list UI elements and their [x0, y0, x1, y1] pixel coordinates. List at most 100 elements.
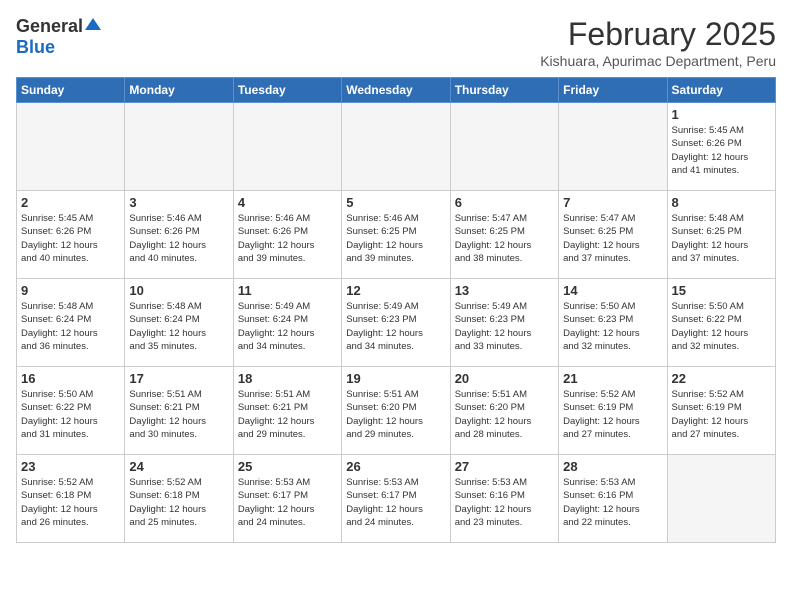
week-row-5: 23Sunrise: 5:52 AM Sunset: 6:18 PM Dayli… [17, 455, 776, 543]
day-number: 26 [346, 459, 445, 474]
col-header-monday: Monday [125, 78, 233, 103]
location-text: Kishuara, Apurimac Department, Peru [540, 53, 776, 69]
day-number: 7 [563, 195, 662, 210]
day-number: 11 [238, 283, 337, 298]
day-info: Sunrise: 5:52 AM Sunset: 6:19 PM Dayligh… [672, 388, 771, 441]
logo-general-text: General [16, 16, 83, 37]
day-cell [559, 103, 667, 191]
day-cell: 11 Sunrise: 5:49 AM Sunset: 6:24 PM Dayli… [233, 279, 341, 367]
col-header-wednesday: Wednesday [342, 78, 450, 103]
day-info: Sunrise: 5:50 AM Sunset: 6:23 PM Dayligh… [563, 300, 662, 353]
day-cell: 14 Sunrise: 5:50 AM Sunset: 6:23 PM Dayli… [559, 279, 667, 367]
day-info: Sunrise: 5:48 AM Sunset: 6:24 PM Dayligh… [129, 300, 228, 353]
day-info: Sunrise: 5:52 AM Sunset: 6:18 PM Dayligh… [129, 476, 228, 529]
day-cell: 25 Sunrise: 5:53 AM Sunset: 6:17 PM Dayli… [233, 455, 341, 543]
day-info: Sunrise: 5:53 AM Sunset: 6:16 PM Dayligh… [563, 476, 662, 529]
col-header-sunday: Sunday [17, 78, 125, 103]
day-cell: 4 Sunrise: 5:46 AM Sunset: 6:26 PM Daylig… [233, 191, 341, 279]
logo-blue-text: Blue [16, 37, 55, 58]
day-number: 22 [672, 371, 771, 386]
col-header-tuesday: Tuesday [233, 78, 341, 103]
day-number: 5 [346, 195, 445, 210]
day-number: 14 [563, 283, 662, 298]
title-block: February 2025 Kishuara, Apurimac Departm… [540, 16, 776, 69]
day-number: 20 [455, 371, 554, 386]
day-number: 15 [672, 283, 771, 298]
day-info: Sunrise: 5:49 AM Sunset: 6:24 PM Dayligh… [238, 300, 337, 353]
day-info: Sunrise: 5:50 AM Sunset: 6:22 PM Dayligh… [21, 388, 120, 441]
day-cell [233, 103, 341, 191]
day-number: 25 [238, 459, 337, 474]
day-number: 19 [346, 371, 445, 386]
day-cell: 5 Sunrise: 5:46 AM Sunset: 6:25 PM Daylig… [342, 191, 450, 279]
day-cell [125, 103, 233, 191]
day-cell: 27 Sunrise: 5:53 AM Sunset: 6:16 PM Dayli… [450, 455, 558, 543]
day-info: Sunrise: 5:53 AM Sunset: 6:17 PM Dayligh… [238, 476, 337, 529]
day-info: Sunrise: 5:49 AM Sunset: 6:23 PM Dayligh… [455, 300, 554, 353]
day-info: Sunrise: 5:53 AM Sunset: 6:16 PM Dayligh… [455, 476, 554, 529]
day-number: 4 [238, 195, 337, 210]
day-number: 24 [129, 459, 228, 474]
day-info: Sunrise: 5:50 AM Sunset: 6:22 PM Dayligh… [672, 300, 771, 353]
logo-icon [85, 16, 101, 32]
day-cell: 20 Sunrise: 5:51 AM Sunset: 6:20 PM Dayli… [450, 367, 558, 455]
calendar-table: SundayMondayTuesdayWednesdayThursdayFrid… [16, 77, 776, 543]
day-cell: 16 Sunrise: 5:50 AM Sunset: 6:22 PM Dayli… [17, 367, 125, 455]
day-number: 6 [455, 195, 554, 210]
day-info: Sunrise: 5:48 AM Sunset: 6:24 PM Dayligh… [21, 300, 120, 353]
day-cell: 7 Sunrise: 5:47 AM Sunset: 6:25 PM Daylig… [559, 191, 667, 279]
day-number: 1 [672, 107, 771, 122]
day-cell: 10 Sunrise: 5:48 AM Sunset: 6:24 PM Dayli… [125, 279, 233, 367]
day-number: 8 [672, 195, 771, 210]
day-cell: 12 Sunrise: 5:49 AM Sunset: 6:23 PM Dayli… [342, 279, 450, 367]
day-number: 2 [21, 195, 120, 210]
day-info: Sunrise: 5:47 AM Sunset: 6:25 PM Dayligh… [455, 212, 554, 265]
week-row-2: 2 Sunrise: 5:45 AM Sunset: 6:26 PM Daylig… [17, 191, 776, 279]
day-info: Sunrise: 5:49 AM Sunset: 6:23 PM Dayligh… [346, 300, 445, 353]
day-number: 3 [129, 195, 228, 210]
day-info: Sunrise: 5:48 AM Sunset: 6:25 PM Dayligh… [672, 212, 771, 265]
day-info: Sunrise: 5:52 AM Sunset: 6:19 PM Dayligh… [563, 388, 662, 441]
day-cell: 21Sunrise: 5:52 AM Sunset: 6:19 PM Dayli… [559, 367, 667, 455]
day-number: 28 [563, 459, 662, 474]
day-info: Sunrise: 5:47 AM Sunset: 6:25 PM Dayligh… [563, 212, 662, 265]
day-number: 27 [455, 459, 554, 474]
day-cell: 2 Sunrise: 5:45 AM Sunset: 6:26 PM Daylig… [17, 191, 125, 279]
day-headers-row: SundayMondayTuesdayWednesdayThursdayFrid… [17, 78, 776, 103]
month-title: February 2025 [540, 16, 776, 53]
logo: General Blue [16, 16, 101, 58]
day-info: Sunrise: 5:46 AM Sunset: 6:26 PM Dayligh… [129, 212, 228, 265]
week-row-1: 1 Sunrise: 5:45 AM Sunset: 6:26 PM Daylig… [17, 103, 776, 191]
day-cell: 9 Sunrise: 5:48 AM Sunset: 6:24 PM Daylig… [17, 279, 125, 367]
day-cell [342, 103, 450, 191]
day-number: 17 [129, 371, 228, 386]
day-info: Sunrise: 5:45 AM Sunset: 6:26 PM Dayligh… [672, 124, 771, 177]
day-cell [450, 103, 558, 191]
day-cell: 8 Sunrise: 5:48 AM Sunset: 6:25 PM Daylig… [667, 191, 775, 279]
day-cell: 23Sunrise: 5:52 AM Sunset: 6:18 PM Dayli… [17, 455, 125, 543]
day-info: Sunrise: 5:52 AM Sunset: 6:18 PM Dayligh… [21, 476, 120, 529]
day-cell: 28 Sunrise: 5:53 AM Sunset: 6:16 PM Dayli… [559, 455, 667, 543]
day-info: Sunrise: 5:45 AM Sunset: 6:26 PM Dayligh… [21, 212, 120, 265]
day-cell [667, 455, 775, 543]
day-cell: 18 Sunrise: 5:51 AM Sunset: 6:21 PM Dayli… [233, 367, 341, 455]
col-header-saturday: Saturday [667, 78, 775, 103]
day-cell: 1 Sunrise: 5:45 AM Sunset: 6:26 PM Daylig… [667, 103, 775, 191]
day-number: 10 [129, 283, 228, 298]
day-info: Sunrise: 5:51 AM Sunset: 6:20 PM Dayligh… [455, 388, 554, 441]
day-cell: 13Sunrise: 5:49 AM Sunset: 6:23 PM Dayli… [450, 279, 558, 367]
day-cell: 24 Sunrise: 5:52 AM Sunset: 6:18 PM Dayli… [125, 455, 233, 543]
page-header: General Blue February 2025 Kishuara, Apu… [16, 16, 776, 69]
day-info: Sunrise: 5:46 AM Sunset: 6:25 PM Dayligh… [346, 212, 445, 265]
day-number: 16 [21, 371, 120, 386]
day-cell: 22 Sunrise: 5:52 AM Sunset: 6:19 PM Dayli… [667, 367, 775, 455]
col-header-thursday: Thursday [450, 78, 558, 103]
day-number: 18 [238, 371, 337, 386]
col-header-friday: Friday [559, 78, 667, 103]
day-number: 12 [346, 283, 445, 298]
day-info: Sunrise: 5:51 AM Sunset: 6:21 PM Dayligh… [238, 388, 337, 441]
week-row-4: 16 Sunrise: 5:50 AM Sunset: 6:22 PM Dayli… [17, 367, 776, 455]
day-cell: 26Sunrise: 5:53 AM Sunset: 6:17 PM Dayli… [342, 455, 450, 543]
day-number: 9 [21, 283, 120, 298]
day-info: Sunrise: 5:46 AM Sunset: 6:26 PM Dayligh… [238, 212, 337, 265]
